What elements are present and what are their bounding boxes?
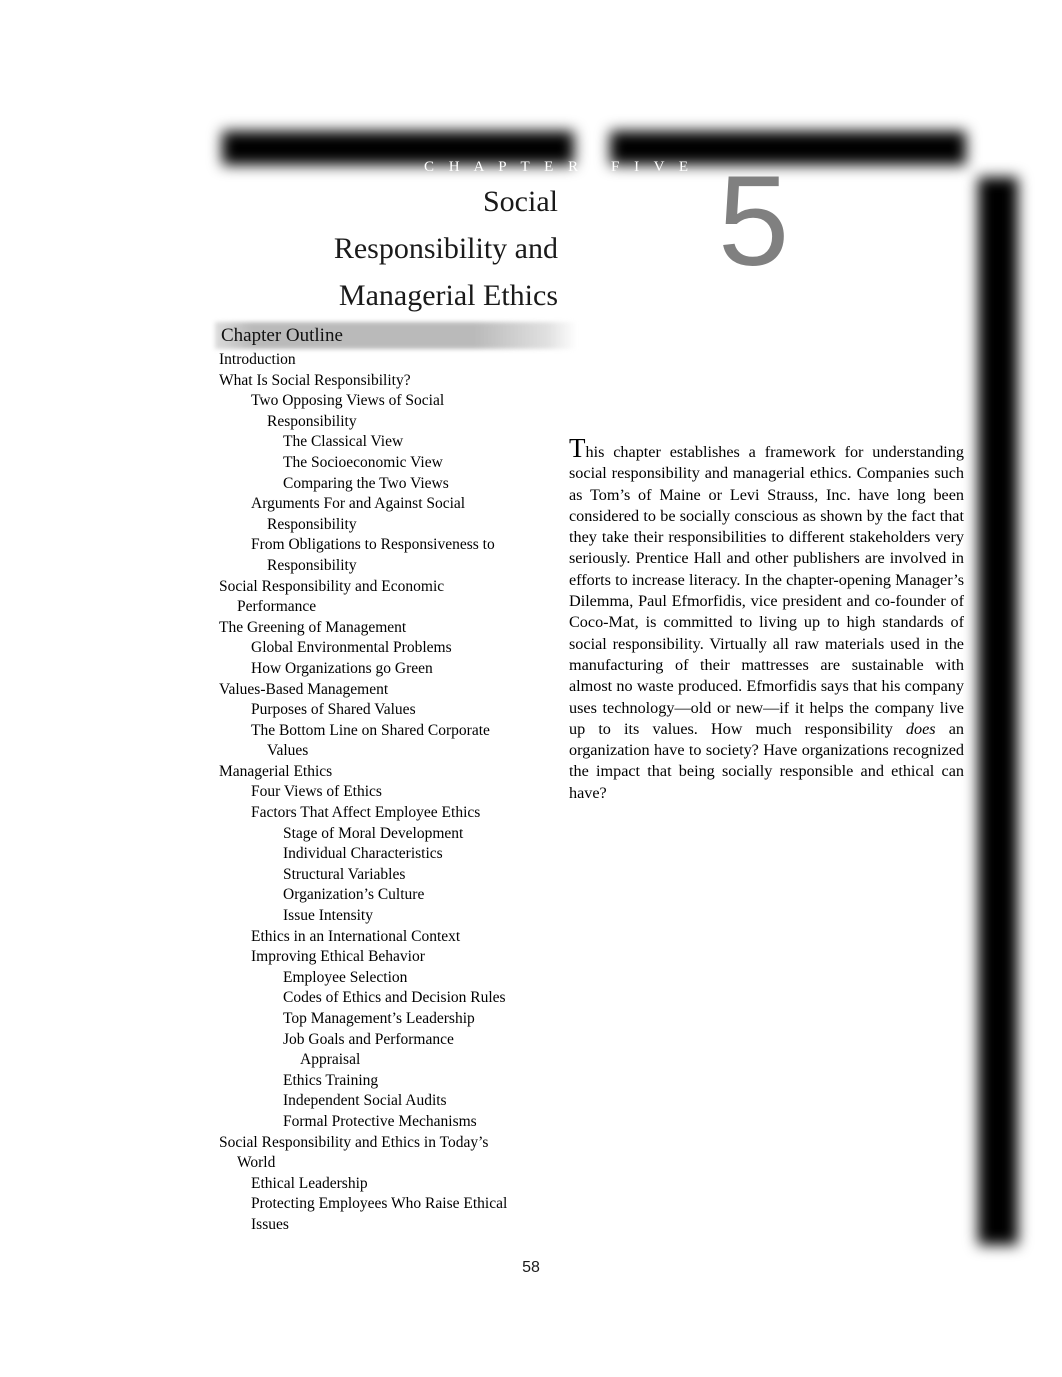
chapter-title-line-1: Social — [483, 185, 558, 218]
outline-item: Responsibility — [267, 556, 357, 574]
outline-item: Improving Ethical Behavior — [251, 948, 425, 966]
outline-item: Global Environmental Problems — [251, 639, 452, 657]
chapter-title: Social Responsibility and Managerial Eth… — [215, 178, 558, 319]
outline-item: Appraisal — [300, 1051, 361, 1069]
outline-item: The Classical View — [283, 433, 404, 451]
outline-item: Structural Variables — [283, 865, 406, 883]
outline-item: Introduction — [219, 351, 296, 368]
outline-item: Performance — [237, 598, 317, 616]
outline-item: Issue Intensity — [283, 907, 373, 925]
outline-item: The Socioeconomic View — [283, 453, 443, 471]
intro-text-segment-1: his chapter establishes a framework for … — [569, 443, 964, 738]
page-number: 58 — [522, 1259, 540, 1276]
outline-item: Values — [267, 742, 309, 760]
outline-item: From Obligations to Responsiveness to — [251, 536, 495, 554]
outline-item: Top Management’s Leadership — [283, 1010, 475, 1027]
outline-item: Individual Characteristics — [283, 845, 443, 863]
chapter-number-numeral: 5 — [718, 150, 790, 293]
outline-item: The Greening of Management — [219, 618, 407, 636]
page-canvas: C H A P T E R F I V E Social Responsibil… — [0, 0, 1062, 1377]
outline-item: Employee Selection — [283, 968, 408, 986]
outline-item: Four Views of Ethics — [251, 783, 382, 801]
outline-item: Ethics Training — [283, 1071, 379, 1089]
outline-item: What Is Social Responsibility? — [219, 371, 411, 389]
outline-item: Organization’s Culture — [283, 886, 425, 904]
outline-item: World — [237, 1154, 276, 1172]
right-edge-vertical-black-bar — [978, 177, 1018, 1245]
outline-item: Comparing the Two Views — [283, 474, 449, 492]
outline-item: Independent Social Audits — [283, 1092, 447, 1110]
chapter-outline-list: Introduction What Is Social Responsibilit… — [215, 350, 565, 1236]
outline-item: The Bottom Line on Shared Corporate — [251, 721, 490, 739]
outline-item: How Organizations go Green — [251, 659, 433, 677]
outline-item: Values-Based Management — [219, 680, 389, 698]
chapter-eyebrow-label: C H A P T E R — [424, 159, 584, 175]
outline-item: Managerial Ethics — [219, 762, 333, 780]
outline-item: Ethics in an International Context — [251, 927, 461, 945]
outline-item: Ethical Leadership — [251, 1174, 368, 1192]
outline-item: Codes of Ethics and Decision Rules — [283, 989, 506, 1007]
outline-item: Purposes of Shared Values — [251, 701, 416, 719]
outline-item: Issues — [251, 1215, 289, 1233]
chapter-title-line-3: Managerial Ethics — [338, 279, 558, 312]
chapter-number-word-label: F I V E — [611, 159, 694, 175]
outline-item: Two Opposing Views of Social — [251, 392, 445, 410]
outline-item: Job Goals and Performance — [283, 1030, 454, 1048]
outline-item: Social Responsibility and Economic — [219, 577, 445, 595]
chapter-outline-heading: Chapter Outline — [221, 325, 343, 346]
outline-item: Responsibility — [267, 515, 357, 533]
chapter-title-line-2: Responsibility and — [333, 232, 558, 265]
chapter-intro-paragraph: This chapter establishes a framework for… — [569, 435, 964, 804]
outline-item: Formal Protective Mechanisms — [283, 1112, 477, 1130]
outline-item: Social Responsibility and Ethics in Toda… — [219, 1133, 489, 1151]
outline-item: Responsibility — [267, 412, 357, 430]
intro-dropcap: T — [569, 433, 586, 463]
outline-item: Factors That Affect Employee Ethics — [251, 804, 481, 822]
outline-item: Arguments For and Against Social — [251, 495, 466, 513]
intro-emphasis-word: does — [905, 719, 936, 738]
outline-item: Protecting Employees Who Raise Ethical — [251, 1195, 508, 1213]
outline-item: Stage of Moral Development — [283, 824, 464, 842]
